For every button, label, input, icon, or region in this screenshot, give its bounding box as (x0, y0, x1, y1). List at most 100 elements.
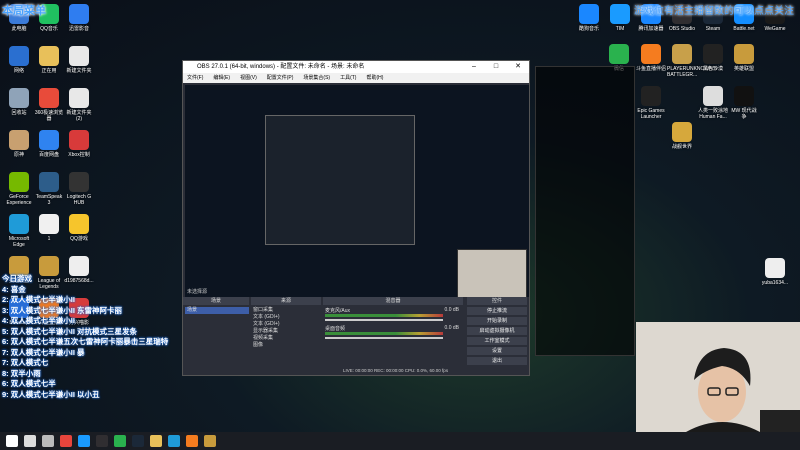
menu-item[interactable]: 场景集合(S) (303, 73, 330, 83)
desktop-icon[interactable]: Epic Games Launcher (636, 86, 666, 120)
control-button[interactable]: 工作室模式 (467, 337, 527, 345)
desktop-icon[interactable]: 原神 (4, 130, 34, 158)
scene-list[interactable]: 场景 (185, 307, 249, 314)
overlay-line: 6: 双人模式七半 (2, 379, 56, 388)
desktop-icon-label: PLAYERUNKNOWN'S BATTLEGR... (667, 66, 718, 78)
menu-item[interactable]: 文件(F) (187, 73, 203, 83)
source-list[interactable]: 窗口采集 文本 (GDI+) 文本 (GDI+) 显示器采集 视频采集 图像 (253, 307, 319, 349)
steam-icon[interactable] (132, 435, 144, 447)
desktop-icon[interactable]: yuba1634... (760, 258, 790, 286)
control-button[interactable]: 设置 (467, 347, 527, 355)
mixer-track-db: 0.0 dB (444, 307, 459, 313)
desktop-icon-label: 新建文件夹 (66, 68, 92, 74)
obs-titlebar[interactable]: OBS 27.0.1 (64-bit, windows) - 配置文件: 未命名… (183, 61, 529, 73)
obs-menubar[interactable]: 文件(F) 编辑(E) 视图(V) 配置文件(P) 场景集合(S) 工具(T) 帮助(H) (183, 73, 529, 83)
blackdesert-icon (703, 44, 723, 64)
desktop-icon[interactable]: MW 现代战争 (729, 86, 759, 120)
desktop-icon-label: QQ音乐 (40, 26, 58, 32)
desktop-icon[interactable]: 回收站 (4, 88, 34, 116)
douyu-icon[interactable] (186, 435, 198, 447)
desktop-icon[interactable]: TIM (605, 4, 635, 32)
desktop-icon-label: 新建文件夹 (2) (66, 110, 92, 122)
desktop-icon[interactable]: 百度网盘 (34, 130, 64, 158)
menu-item[interactable]: 视图(V) (240, 73, 257, 83)
dock-mixer-header: 混音器 (323, 297, 463, 305)
overlay-line: 2: 双人模式七半谦小II (2, 295, 75, 304)
wechat-icon[interactable] (114, 435, 126, 447)
task-view-icon[interactable] (42, 435, 54, 447)
file-icon (69, 256, 89, 276)
overlay-menu-title: 本局菜单 (2, 5, 46, 17)
scene-item[interactable]: 场景 (185, 307, 249, 314)
search-icon[interactable] (24, 435, 36, 447)
desktop-icon[interactable]: 网络 (4, 46, 34, 74)
obs-icon[interactable] (96, 435, 108, 447)
desktop-icon[interactable]: 人类一败涂地 Human Fa... (698, 86, 728, 120)
desktop-icon-label: GeForce Experience (6, 194, 32, 206)
desktop-icon[interactable]: GeForce Experience (4, 172, 34, 206)
qq-icon[interactable] (78, 435, 90, 447)
maximize-icon[interactable]: □ (485, 61, 507, 73)
desktop-icon[interactable]: 正在用 (34, 46, 64, 74)
mixer-track[interactable]: 麦克风/Aux 0.0 dB (325, 307, 461, 325)
audio-mixer[interactable]: 麦克风/Aux 0.0 dB 桌面音频 0.0 dB (325, 307, 461, 343)
desktop-icon-label: 网络 (13, 68, 24, 74)
control-button[interactable]: 停止推流 (467, 307, 527, 315)
control-button[interactable]: 开始录制 (467, 317, 527, 325)
source-item[interactable]: 文本 (GDI+) (253, 321, 319, 328)
menu-item[interactable]: 编辑(E) (213, 73, 230, 83)
control-button[interactable]: 启动虚拟摄像机 (467, 327, 527, 335)
close-icon[interactable]: ✕ (507, 61, 529, 73)
overlay-line: 7: 双人模式七 (2, 358, 49, 367)
taskbar[interactable] (0, 432, 800, 450)
desktop-icon[interactable]: 新建文件夹 (64, 46, 94, 74)
overlay-line: 4: 双人模式七半谦小II (2, 316, 75, 325)
desktop-icon[interactable]: Microsoft Edge (4, 214, 34, 248)
desktop-icon[interactable]: 迅雷影音 (64, 4, 94, 32)
lol-icon[interactable] (204, 435, 216, 447)
desktop-icon[interactable]: 英雄联盟 (729, 44, 759, 72)
menu-item[interactable]: 帮助(H) (366, 73, 383, 83)
overlay-line: 3: 双人模式七半谦小II 东雷神阿卡丽 (2, 305, 123, 315)
mixer-track[interactable]: 桌面音频 0.0 dB (325, 325, 461, 343)
control-button[interactable]: 退出 (467, 357, 527, 365)
obs-window[interactable]: OBS 27.0.1 (64-bit, windows) - 配置文件: 未命名… (182, 60, 530, 376)
preview-webcam (457, 249, 527, 301)
desktop-icon[interactable]: Xbox控制 (64, 130, 94, 158)
desktop-icon[interactable]: 1 (34, 214, 64, 242)
menu-item[interactable]: 工具(T) (340, 73, 356, 83)
overlay-line: 7: 双人模式七半谦小II 暴 (2, 347, 85, 357)
desktop-icon-label: MW 现代战争 (731, 108, 757, 120)
chrome-icon[interactable] (60, 435, 72, 447)
windows-icon[interactable] (6, 435, 18, 447)
minimize-icon[interactable]: – (463, 61, 485, 73)
desktop-icon-label: 腾讯加速器 (638, 26, 664, 32)
source-item[interactable]: 文本 (GDI+) (253, 314, 319, 321)
obs-docks: 未选择源 场景 来源 混音器 控件 场景 窗口采集 文本 (GDI+) 文本 (GD… (183, 289, 529, 375)
source-item[interactable]: 视频采集 (253, 335, 319, 342)
desktop-icon-label: 1 (47, 236, 51, 242)
volume-slider[interactable] (325, 337, 443, 339)
desktop-icon[interactable]: PLAYERUNKNOWN'S BATTLEGR... (667, 44, 718, 78)
volume-slider[interactable] (325, 319, 443, 321)
desktop-icon[interactable]: QQ游戏 (64, 214, 94, 242)
edge-icon[interactable] (168, 435, 180, 447)
desktop-icon[interactable]: TeamSpeak 3 (34, 172, 64, 206)
desktop-icon[interactable]: 斗鱼直播伴侣 (636, 44, 666, 72)
360-icon (39, 88, 59, 108)
genshin-icon (9, 130, 29, 150)
window-controls[interactable]: – □ ✕ (463, 61, 529, 73)
desktop-icon[interactable]: Logitech G HUB (64, 172, 94, 206)
menu-item[interactable]: 配置文件(P) (267, 73, 294, 83)
desktop-icon[interactable]: 新建文件夹 (2) (64, 88, 94, 122)
source-item[interactable]: 图像 (253, 342, 319, 349)
desktop-icon-label: 斗鱼直播伴侣 (636, 66, 667, 72)
source-item[interactable]: 显示器采集 (253, 328, 319, 335)
desktop-icon[interactable]: 360极速浏览器 (34, 88, 64, 122)
desktop-icon[interactable]: 战舰世界 (667, 122, 697, 150)
desktop-icon[interactable]: 酷狗音乐 (574, 4, 604, 32)
source-item[interactable]: 窗口采集 (253, 307, 319, 314)
desktop-icon[interactable]: 黑色沙漠 (698, 44, 728, 72)
folder-icon (39, 46, 59, 66)
explorer-icon[interactable] (150, 435, 162, 447)
